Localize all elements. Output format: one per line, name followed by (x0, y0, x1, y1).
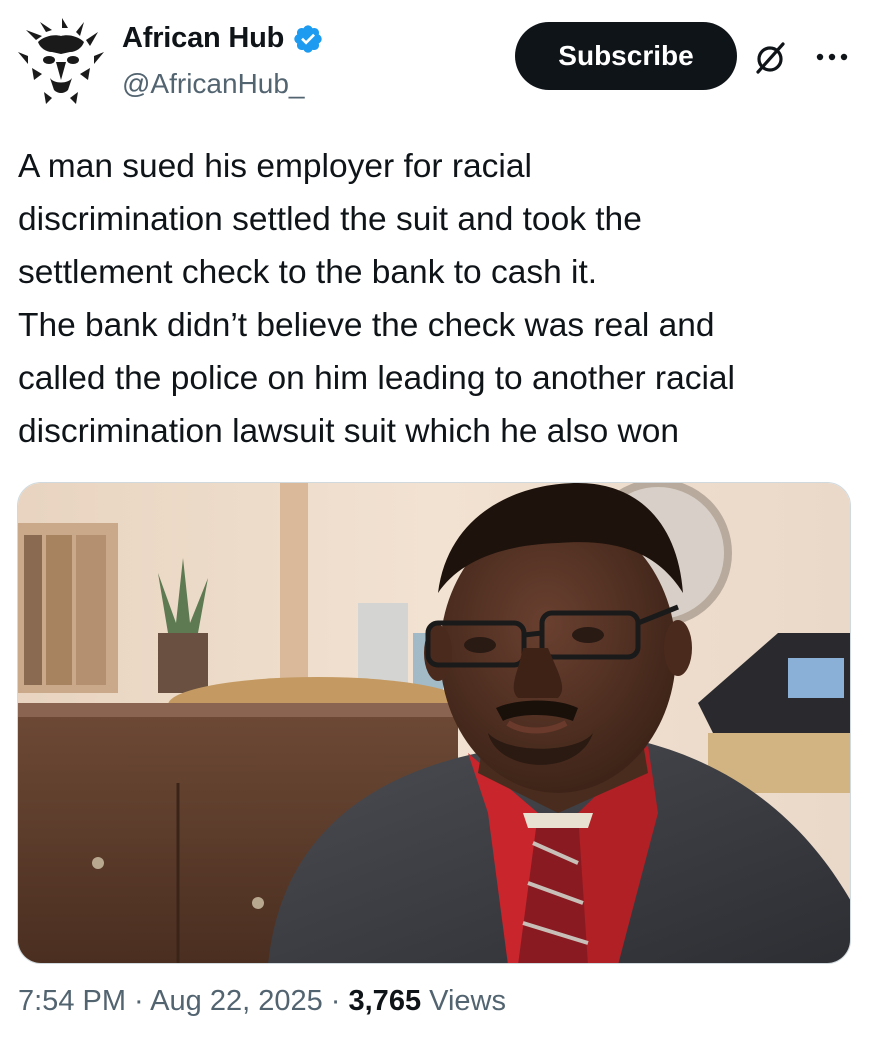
author-name[interactable]: African Hub (122, 22, 284, 55)
tweet-card: African Hub @AfricanHub_ Subscribe A man… (0, 0, 882, 1037)
verified-badge-icon (294, 24, 322, 53)
tweet-date[interactable]: Aug 22, 2025 (150, 985, 323, 1017)
grok-slash-circle-icon[interactable] (752, 40, 788, 76)
tweet-meta: 7:54 PM · Aug 22, 2025 · 3,765 Views (18, 985, 506, 1018)
views-label: Views (421, 985, 506, 1017)
photo-man-in-suit (18, 483, 850, 963)
views-count[interactable]: 3,765 (349, 985, 422, 1017)
meta-separator: · (126, 985, 151, 1017)
author-avatar[interactable] (16, 18, 106, 108)
author-handle[interactable]: @AfricanHub_ (122, 68, 305, 100)
more-dots-icon[interactable] (808, 42, 856, 72)
tweet-text: A man sued his employer for racial discr… (18, 148, 735, 450)
author-name-row[interactable]: African Hub (122, 22, 324, 55)
tweet-media-photo[interactable] (17, 482, 851, 964)
meta-separator: · (322, 985, 349, 1017)
tweet-time[interactable]: 7:54 PM (18, 985, 126, 1017)
subscribe-button[interactable]: Subscribe (515, 22, 737, 90)
lion-head-logo-icon (18, 18, 104, 105)
